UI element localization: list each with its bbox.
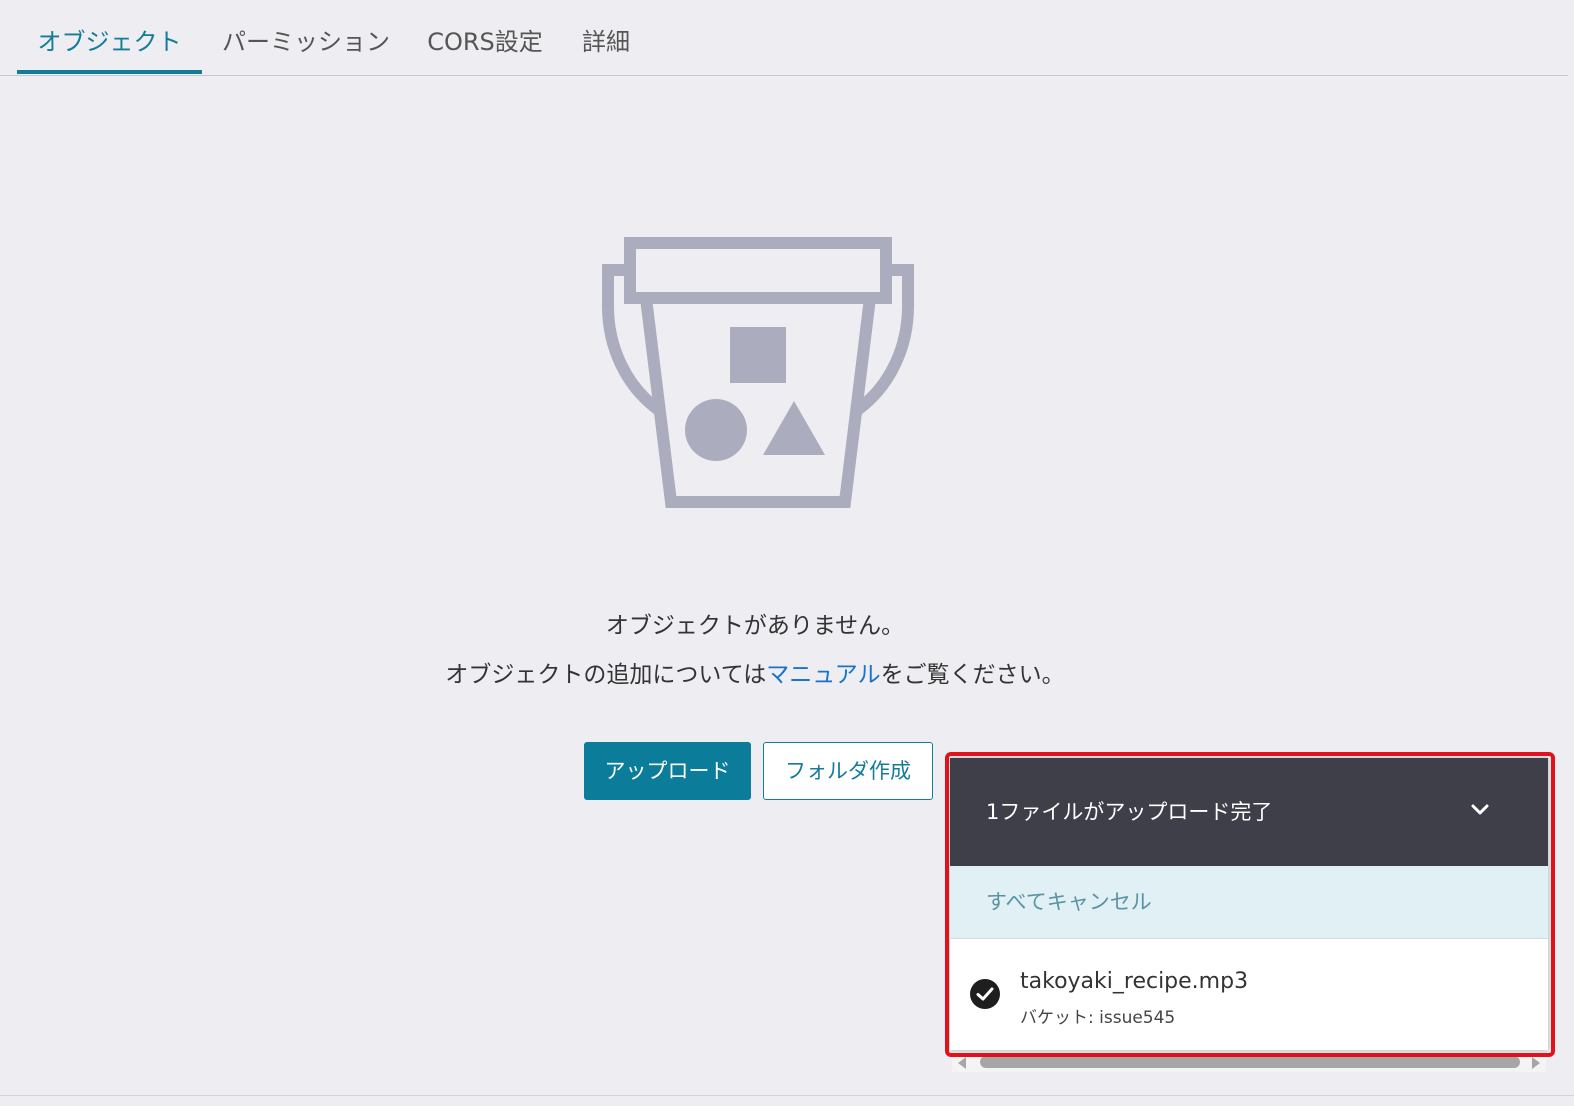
tab-details[interactable]: 詳細 <box>568 0 644 74</box>
create-folder-button[interactable]: フォルダ作成 <box>763 742 933 800</box>
upload-file-row: takoyaki_recipe.mp3 バケット: issue545 <box>950 939 1548 1050</box>
upload-panel-header[interactable]: 1ファイルがアップロード完了 <box>950 758 1548 866</box>
upload-file-name: takoyaki_recipe.mp3 <box>1020 969 1249 994</box>
scroll-right-arrow-icon[interactable] <box>1532 1057 1540 1069</box>
upload-button[interactable]: アップロード <box>584 742 751 800</box>
check-circle-icon <box>970 979 1000 1009</box>
empty-state-description: オブジェクトの追加についてはマニュアルをご覧ください。 <box>0 655 1510 689</box>
empty-state-text-before: オブジェクトの追加については <box>445 662 767 688</box>
scroll-left-arrow-icon[interactable] <box>958 1057 966 1069</box>
chevron-down-icon[interactable] <box>1468 798 1492 822</box>
tab-cors-settings[interactable]: CORS設定 <box>420 0 550 74</box>
bucket-icon <box>602 237 914 508</box>
cancel-all-button[interactable]: すべてキャンセル <box>950 866 1548 939</box>
empty-state-title: オブジェクトがありません。 <box>605 613 905 639</box>
tab-objects[interactable]: オブジェクト <box>17 0 202 74</box>
empty-state-text-after: をご覧ください。 <box>880 662 1065 688</box>
upload-file-bucket: バケット: issue545 <box>1020 1008 1176 1028</box>
upload-status-panel: 1ファイルがアップロード完了 すべてキャンセル takoyaki_recipe.… <box>950 758 1548 1050</box>
upload-panel-title: 1ファイルがアップロード完了 <box>986 800 1273 824</box>
scrollbar-thumb[interactable] <box>980 1056 1520 1068</box>
horizontal-scrollbar[interactable] <box>952 1054 1546 1072</box>
tab-permissions[interactable]: パーミッション <box>212 0 400 74</box>
tab-bar: オブジェクト パーミッション CORS設定 詳細 <box>0 0 1568 76</box>
bottom-divider <box>0 1095 1574 1096</box>
manual-link[interactable]: マニュアル <box>766 662 880 688</box>
